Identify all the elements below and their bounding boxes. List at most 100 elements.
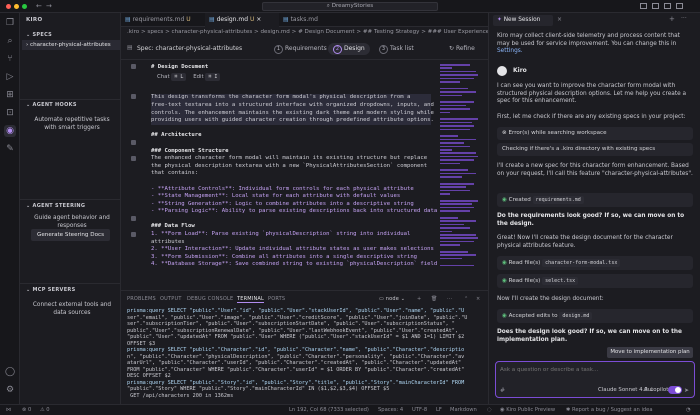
explorer-icon[interactable]: ❐ — [4, 17, 16, 29]
source-control-icon[interactable]: ⑂ — [4, 53, 16, 65]
encoding[interactable]: UTF-8 — [412, 407, 427, 413]
trash-icon[interactable]: 🗑 — [431, 296, 438, 302]
account-icon[interactable]: ◯ — [4, 366, 16, 378]
code-line[interactable]: ### Data Flow — [151, 223, 431, 231]
remote-icon[interactable]: ⊡ — [4, 107, 16, 119]
accepted-edits-card[interactable]: ◉ Accepted edits to design.md — [497, 309, 693, 323]
terminal-line[interactable]: FROM "public"."Character" WHERE "public"… — [127, 367, 482, 374]
terminal-selector[interactable]: ▭ node ⌄ — [379, 296, 405, 302]
git-graph-icon[interactable]: ✎ — [4, 143, 16, 155]
settings-link[interactable]: Settings. — [497, 48, 523, 54]
breadcrumb[interactable]: .kiro > specs > character-physical-attri… — [121, 27, 488, 37]
code-content[interactable]: # Design Document This design transforms… — [151, 64, 437, 269]
code-line[interactable]: - **Parsing Logic**: Ability to parse ex… — [151, 208, 437, 216]
code-line[interactable]: ### Component Structure — [151, 148, 431, 156]
warnings-count[interactable]: ⚠ 0 — [40, 407, 50, 413]
report-bug-link[interactable]: ✱ Report a bug / Suggest an idea — [566, 407, 653, 413]
code-line[interactable]: attributes — [151, 239, 431, 247]
terminal-line[interactable]: prisma:query SELECT "public"."Character"… — [127, 347, 482, 354]
specs-section-title[interactable]: ⌄ SPECS — [26, 32, 52, 38]
settings-gear-icon[interactable]: ⚙ — [4, 384, 16, 396]
code-line[interactable] — [151, 72, 431, 80]
read-file-card[interactable]: ◉ Read file(s) select.tsx — [497, 274, 693, 288]
code-line[interactable] — [151, 216, 431, 224]
terminal-line[interactable]: "public"."User"."updatedAt" FROM "public… — [127, 334, 482, 341]
notifications-icon[interactable]: ◔ — [686, 407, 691, 413]
indentation[interactable]: Spaces: 4 — [378, 407, 403, 413]
code-line[interactable]: free-text textarea into a structured int… — [151, 101, 434, 110]
move-to-implementation-button[interactable]: Move to implementation plan — [607, 347, 693, 358]
mcp-servers-section-title[interactable]: ⌄ MCP SERVERS — [26, 287, 76, 293]
more-icon[interactable]: ··· — [447, 296, 452, 302]
code-line[interactable]: - **String Generation**: Logic to combin… — [151, 201, 431, 209]
agent-steering-section-title[interactable]: ⌄ AGENT STEERING — [26, 203, 85, 209]
refine-button[interactable]: ↻ Refine — [444, 43, 480, 55]
close-tab-icon[interactable]: × — [557, 16, 562, 23]
layout-icon[interactable] — [676, 3, 683, 9]
code-line[interactable]: - **State Management**: Local state for … — [151, 193, 431, 201]
tab-ports[interactable]: PORTS — [268, 296, 285, 302]
code-line[interactable]: controls. The enhancement maintains the … — [151, 109, 434, 118]
tab-debug-console[interactable]: DEBUG CONSOLE — [187, 296, 233, 302]
tab-design[interactable]: ▤ design.md U × — [205, 13, 279, 27]
bell-icon[interactable]: ◌ — [487, 407, 492, 413]
terminal-output[interactable]: prisma:query SELECT "public"."User"."id"… — [127, 308, 482, 399]
created-file-card[interactable]: ◉ Created requirements.md — [497, 193, 693, 207]
code-line[interactable] — [151, 79, 431, 87]
terminal-line[interactable]: prisma:query SELECT "public"."User"."id"… — [127, 308, 482, 315]
tab-tasks[interactable]: ▤ tasks.md — [279, 13, 339, 27]
errors-count[interactable]: ⊗ 0 — [22, 407, 31, 413]
forward-arrow-icon[interactable]: → — [46, 2, 52, 10]
code-line[interactable]: This design transforms the character for… — [151, 94, 431, 102]
tab-new-session[interactable]: ✦ New Session — [493, 15, 553, 26]
terminal-line[interactable]: ser"."subscriptionTier", "public"."User"… — [127, 321, 482, 328]
toggle-chat-icon[interactable] — [664, 3, 671, 9]
code-line[interactable] — [151, 140, 431, 148]
chat-input-box[interactable]: # Claude Sonnet 4.0 ⌄ Autopilot ➤ — [495, 361, 695, 398]
hash-context-icon[interactable]: # — [500, 387, 505, 394]
step-task-list[interactable]: 3 Task list — [374, 43, 419, 55]
tab-requirements[interactable]: ▤ requirements.md U — [121, 13, 205, 27]
more-icon[interactable]: ··· — [681, 15, 687, 22]
line-ending[interactable]: LF — [436, 407, 442, 413]
language-mode[interactable]: Markdown — [450, 407, 477, 413]
toggle-panel-icon[interactable] — [652, 3, 659, 9]
close-tab-icon[interactable]: × — [256, 16, 261, 23]
code-line[interactable] — [151, 87, 431, 95]
agent-hooks-section-title[interactable]: ⌄ AGENT HOOKS — [26, 102, 77, 108]
code-line[interactable]: The enhanced character form modal will m… — [151, 155, 431, 163]
chevron-up-icon[interactable]: ⌃ — [464, 296, 468, 302]
code-line[interactable]: providing users with guided character cr… — [151, 117, 434, 125]
code-line[interactable]: the physical description textarea with a… — [151, 163, 431, 171]
spec-item[interactable]: › character-physical-attributes — [22, 40, 120, 50]
tab-output[interactable]: OUTPUT — [160, 296, 182, 302]
command-center[interactable]: ⌕ DreamyStories — [262, 2, 438, 11]
search-icon[interactable]: ⌕ — [4, 35, 16, 47]
generate-steering-docs-button[interactable]: Generate Steering Docs — [31, 229, 110, 241]
read-file-card[interactable]: ◉ Read file(s) character-form-modal.tsx — [497, 256, 693, 270]
new-session-icon[interactable]: + — [669, 15, 675, 23]
code-line[interactable]: # Design Document — [151, 64, 431, 72]
back-arrow-icon[interactable]: ← — [36, 2, 42, 10]
extensions-icon[interactable]: ⊞ — [4, 89, 16, 101]
send-icon[interactable]: ➤ — [684, 387, 689, 394]
kiro-ghost-icon[interactable]: ◉ — [4, 125, 16, 137]
code-line[interactable]: 2. **User Interaction**: Update individu… — [151, 246, 434, 254]
autopilot-toggle[interactable] — [668, 386, 682, 394]
close-panel-icon[interactable]: × — [476, 296, 480, 302]
chat-input[interactable] — [500, 365, 680, 374]
code-line[interactable] — [151, 125, 431, 133]
new-terminal-icon[interactable]: + — [417, 296, 421, 302]
code-line[interactable]: 1. **Form Load**: Parse existing `physic… — [151, 231, 431, 239]
kiro-preview[interactable]: ◉ Kiro Public Preview — [500, 407, 555, 413]
code-line[interactable]: 4. **Database Storage**: Save combined s… — [151, 261, 437, 269]
tab-problems[interactable]: PROBLEMS — [127, 296, 156, 302]
code-editor[interactable]: Chat ⌘ L Edit ⌘ I # Design Document This… — [121, 60, 488, 290]
cursor-position[interactable]: Ln 192, Col 68 (7333 selected) — [289, 407, 369, 413]
step-design[interactable]: 2 Design — [328, 43, 370, 55]
terminal-line[interactable]: atarUrl", "public"."Character"."userId",… — [127, 360, 482, 367]
code-line[interactable]: ## Architecture — [151, 132, 431, 140]
toggle-sidebar-icon[interactable] — [640, 3, 647, 9]
step-requirements[interactable]: 1 Requirements — [269, 43, 332, 55]
code-line[interactable]: that contains: — [151, 170, 431, 178]
